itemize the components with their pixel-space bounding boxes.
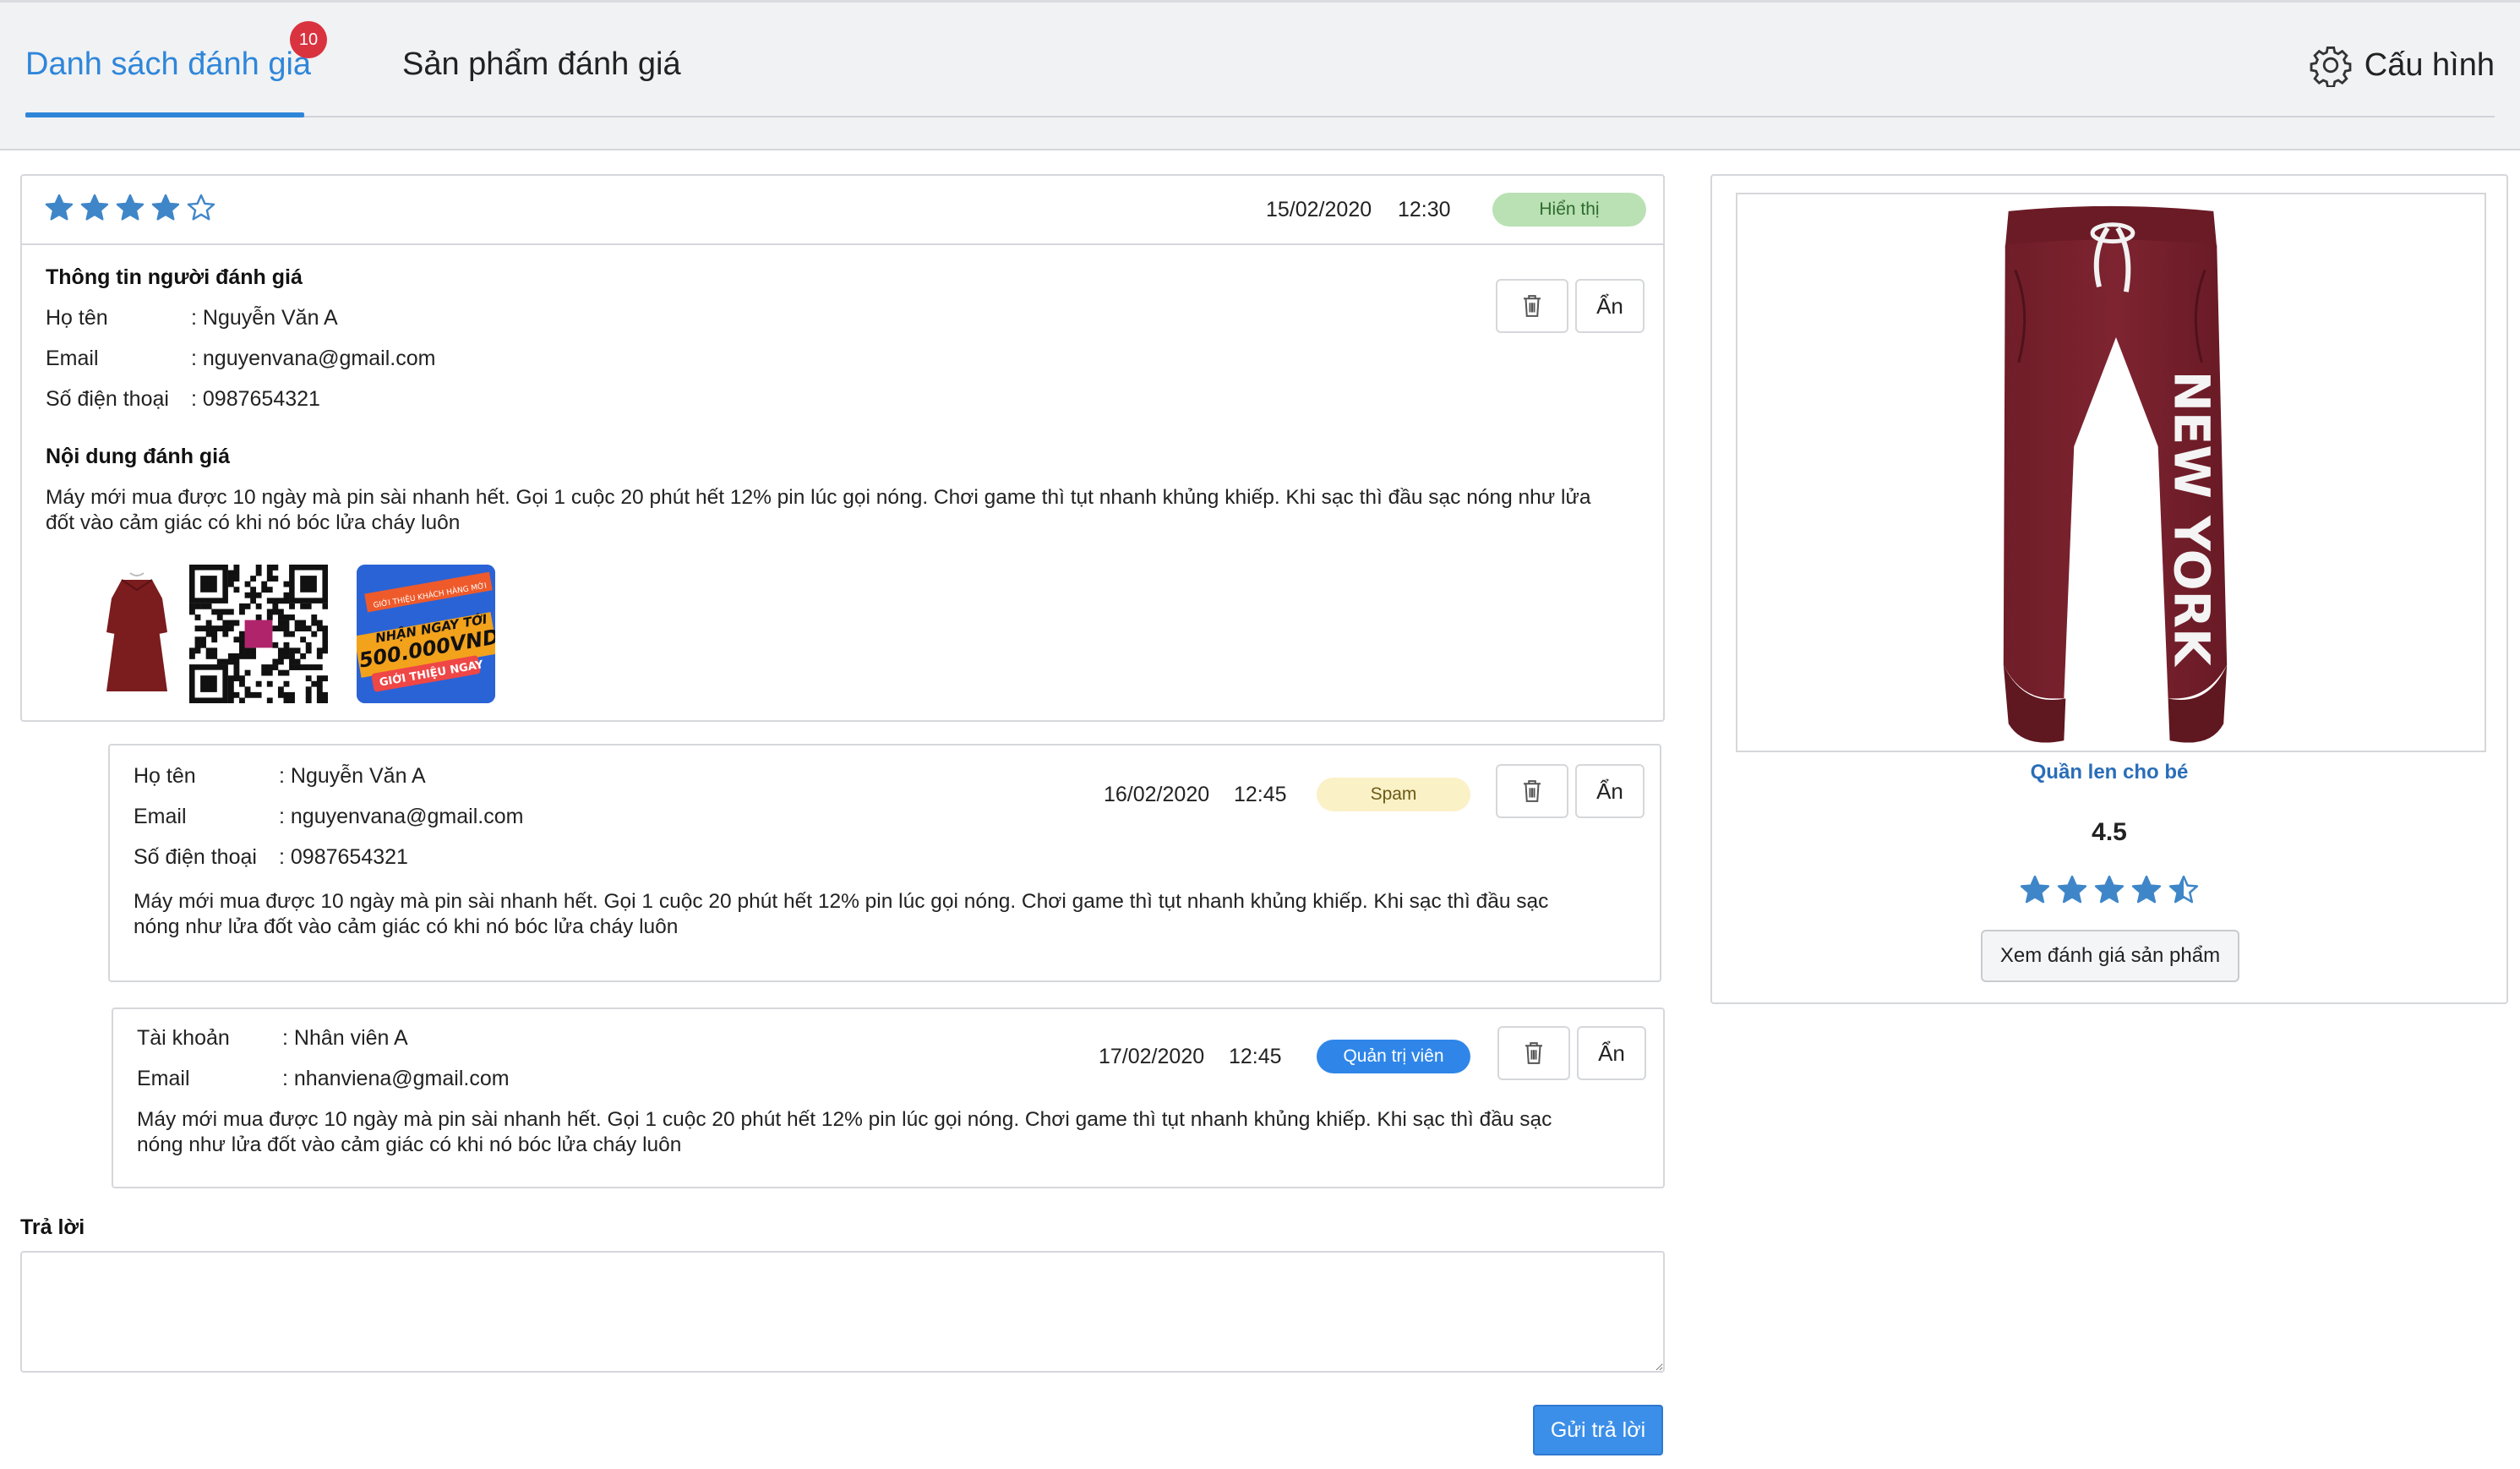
review-card: 15/02/2020 12:30 Hiển thị Thông tin ngườ… (20, 174, 1665, 722)
product-rating-stars (1712, 874, 2506, 906)
tab-reviewed-products[interactable]: Sản phẩm đánh giá (402, 46, 681, 83)
dress-thumbnail[interactable] (68, 565, 206, 703)
phone-label: Số điện thoại (46, 387, 169, 411)
reply-name-label: Họ tên (134, 764, 196, 788)
promo-banner-image: GIỚI THIỆU KHÁCH HÀNG MỚI NHẬN NGAY TỚI … (357, 565, 495, 703)
top-navigation: Danh sách đánh giá 10 Sản phẩm đánh giá … (0, 0, 2520, 150)
reply-content-line2: nóng như lửa đốt vào cảm giác có khi nó … (134, 915, 679, 938)
reply-account-value: : Nhân viên A (282, 1026, 408, 1050)
reply-time: 12:45 (1229, 1045, 1282, 1068)
review-content-line1: Máy mới mua được 10 ngày mà pin sài nhan… (46, 486, 1591, 509)
reply-content-line1: Máy mới mua được 10 ngày mà pin sài nhan… (137, 1108, 1552, 1131)
reviewer-info-title: Thông tin người đánh giá (46, 265, 303, 289)
reply-email-label: Email (137, 1067, 190, 1090)
qr-code-thumbnail[interactable] (189, 565, 329, 704)
star-filled-icon (2131, 875, 2162, 904)
status-badge[interactable]: Hiển thị (1492, 193, 1646, 227)
star-half-icon (2168, 875, 2199, 904)
reply-account-label: Tài khoản (137, 1026, 230, 1050)
delete-reply-button[interactable] (1497, 1026, 1570, 1080)
trash-icon (1525, 1042, 1542, 1064)
reply-phone-value: : 0987654321 (279, 845, 408, 869)
review-content-title: Nội dung đánh giá (46, 445, 231, 468)
delete-review-button[interactable] (1496, 279, 1568, 333)
review-date: 15/02/2020 (1266, 198, 1372, 221)
tab-review-list[interactable]: Danh sách đánh giá (25, 46, 311, 83)
hide-review-button[interactable]: Ẩn (1575, 279, 1645, 333)
settings-button[interactable]: Cấu hình (2309, 43, 2495, 87)
settings-label: Cấu hình (2364, 46, 2495, 83)
reply-name-value: : Nguyễn Văn A (279, 764, 426, 788)
review-rating-stars (44, 193, 216, 223)
send-reply-button[interactable]: Gửi trả lời (1533, 1405, 1663, 1455)
star-filled-icon (151, 194, 180, 221)
email-label: Email (46, 347, 99, 370)
pants-image: NEW YORK (2003, 205, 2228, 743)
reply-email-value: : nhanviena@gmail.com (282, 1067, 510, 1090)
review-count-badge: 10 (290, 21, 327, 58)
active-tab-indicator (25, 112, 304, 117)
email-value: : nguyenvana@gmail.com (191, 347, 436, 370)
star-filled-icon (80, 194, 109, 221)
hide-reply-button[interactable]: Ẩn (1575, 764, 1645, 818)
role-badge[interactable]: Quản trị viên (1317, 1040, 1470, 1073)
trash-icon (1524, 295, 1541, 317)
phone-value: : 0987654321 (191, 387, 320, 411)
reply-email-label: Email (134, 805, 187, 828)
qr-code-image (189, 565, 329, 704)
name-label: Họ tên (46, 306, 108, 330)
star-empty-icon (187, 194, 215, 221)
reply-phone-label: Số điện thoại (134, 845, 257, 869)
review-content-line2: đốt vào cảm giác có khi nó bóc lửa cháy … (46, 511, 461, 534)
answer-label: Trả lời (20, 1215, 85, 1239)
reply-date: 16/02/2020 (1104, 783, 1210, 806)
name-value: : Nguyễn Văn A (191, 306, 338, 330)
hide-reply-button[interactable]: Ẩn (1577, 1026, 1646, 1080)
product-image[interactable]: NEW YORK (1736, 193, 2486, 752)
review-header: 15/02/2020 12:30 Hiển thị (22, 176, 1663, 245)
product-panel: NEW YORK Quần len cho bé 4.5 Xem đánh gi… (1710, 174, 2508, 1004)
admin-reply-card: Tài khoản : Nhân viên A Email : nhanvien… (112, 1008, 1665, 1188)
reply-content-line1: Máy mới mua được 10 ngày mà pin sài nhan… (134, 890, 1549, 913)
star-filled-icon (2094, 875, 2125, 904)
reply-date: 17/02/2020 (1099, 1045, 1205, 1068)
trash-icon (1524, 780, 1541, 802)
promo-banner-thumbnail[interactable]: GIỚI THIỆU KHÁCH HÀNG MỚI NHẬN NGAY TỚI … (357, 565, 495, 703)
star-filled-icon (116, 194, 145, 221)
star-filled-icon (2020, 875, 2050, 904)
reply-content-line2: nóng như lửa đốt vào cảm giác có khi nó … (137, 1133, 682, 1156)
reply-time: 12:45 (1234, 783, 1287, 806)
status-badge[interactable]: Spam (1317, 778, 1470, 811)
star-filled-icon (45, 194, 74, 221)
reply-card: Họ tên : Nguyễn Văn A Email : nguyenvana… (108, 744, 1661, 982)
reply-email-value: : nguyenvana@gmail.com (279, 805, 524, 828)
tabs-divider (25, 116, 2495, 117)
delete-reply-button[interactable] (1496, 764, 1568, 818)
answer-textarea[interactable] (20, 1251, 1665, 1373)
gear-icon (2310, 46, 2352, 87)
review-time: 12:30 (1398, 198, 1451, 221)
star-filled-icon (2057, 875, 2087, 904)
dress-image (106, 572, 167, 691)
product-name[interactable]: Quần len cho bé (1712, 761, 2506, 784)
pants-print-text: NEW YORK (2163, 371, 2221, 668)
product-score: 4.5 (2092, 818, 2127, 846)
view-product-reviews-button[interactable]: Xem đánh giá sản phẩm (1981, 930, 2239, 982)
